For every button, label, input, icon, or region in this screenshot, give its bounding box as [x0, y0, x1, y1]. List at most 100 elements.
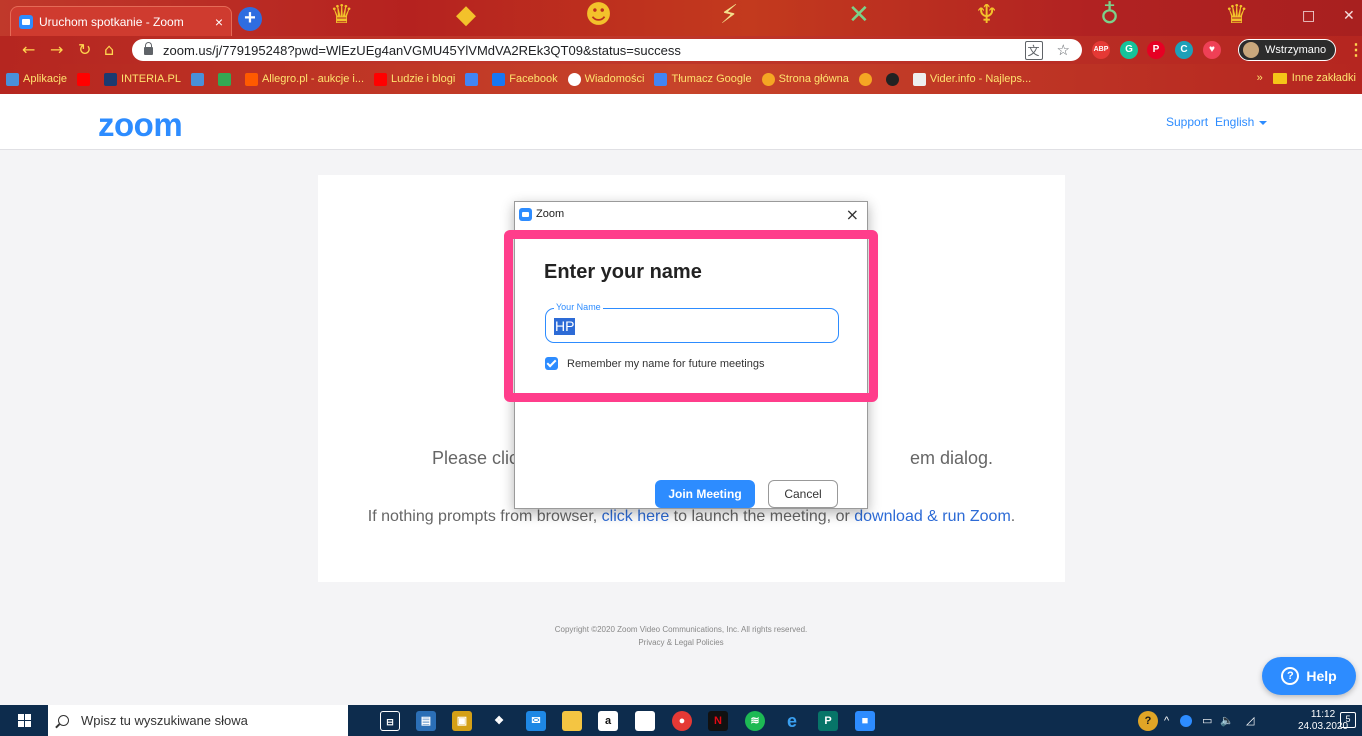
cancel-button[interactable]: Cancel — [768, 480, 838, 508]
theme-decoration-aquaman-icon: ♆ — [975, 0, 999, 30]
mail-icon[interactable]: ✉ — [526, 711, 546, 731]
netflix-icon[interactable]: N — [708, 711, 728, 731]
publisher-icon[interactable]: P — [818, 711, 838, 731]
profile-status: Wstrzymano — [1265, 44, 1327, 56]
bookmark-facebook[interactable]: Facebook — [492, 72, 558, 86]
photos-icon — [190, 72, 204, 86]
reload-icon[interactable]: ↻ — [78, 40, 91, 59]
bookmark-globe[interactable] — [858, 72, 876, 86]
bookmark-vider[interactable]: Vider.info - Najleps... — [912, 72, 1031, 86]
back-icon[interactable]: ← — [22, 40, 35, 59]
tab-close-icon[interactable]: × — [215, 14, 223, 30]
globe-icon — [858, 72, 872, 86]
bookmark-wiadomosci[interactable]: Wiadomości — [567, 72, 644, 86]
browser-menu-icon[interactable]: ⋮ — [1348, 40, 1362, 60]
other-bookmarks[interactable]: » Inne zakładki — [1257, 72, 1356, 84]
bookmarks-overflow-icon[interactable]: » — [1257, 72, 1263, 84]
store-icon[interactable]: ▣ — [452, 711, 472, 731]
folder-icon — [1272, 72, 1287, 84]
chrome-icon[interactable]: ● — [672, 711, 692, 731]
theme-decoration-arrow-icon: ✕ — [848, 0, 870, 30]
dialog-body: Enter your name Your Name HP Remember my… — [515, 226, 867, 508]
bookmark-allegro[interactable]: Allegro.pl - aukcje i... — [244, 72, 364, 86]
name-field[interactable]: Your Name HP — [545, 302, 839, 343]
bookmark-dark[interactable] — [885, 72, 903, 86]
pocket-extension-icon[interactable]: ♥ — [1203, 41, 1221, 59]
address-toolbar: ← → ↻ ⌂ zoom.us/j/779195248?pwd=WlEzUEg4… — [0, 36, 1362, 64]
prompt-text-left: Please clic — [432, 448, 519, 468]
bookmark-photos[interactable] — [190, 72, 208, 86]
grammarly-extension-icon[interactable]: G — [1120, 41, 1138, 59]
forward-icon[interactable]: → — [50, 40, 63, 59]
theme-decoration-lantern-icon: ♁ — [1100, 0, 1120, 30]
other-bookmarks-label: Inne zakładki — [1291, 72, 1356, 84]
bookmark-tlumacz[interactable]: Tłumacz Google — [654, 72, 752, 86]
translate-icon[interactable]: 文 — [1024, 40, 1043, 60]
amazon-icon[interactable]: a — [598, 711, 618, 731]
privacy-link[interactable]: Privacy & Legal Policies — [0, 636, 1362, 649]
google-icon — [567, 72, 581, 86]
theme-decoration-superman-icon: ◆ — [456, 0, 476, 30]
bookmark-drive[interactable] — [217, 72, 235, 86]
battery-icon[interactable]: ▭ — [1202, 705, 1212, 736]
zoom-tray-icon[interactable] — [1180, 705, 1192, 736]
document-icon[interactable] — [635, 711, 655, 731]
adblock-extension-icon[interactable]: ABP — [1092, 41, 1110, 59]
help-button[interactable]: ? Help — [1262, 657, 1356, 695]
interia-icon — [104, 72, 118, 86]
site-icon — [885, 72, 899, 86]
bookmark-translate-small[interactable] — [465, 72, 482, 86]
bookmark-ludzie-blogi[interactable]: Ludzie i blogi — [374, 72, 455, 86]
file-explorer-icon[interactable] — [562, 711, 582, 731]
edge-icon[interactable]: e — [782, 711, 802, 731]
start-button[interactable] — [0, 705, 48, 736]
theme-decoration-wonderwoman2-icon: ♛ — [1225, 0, 1249, 30]
dropbox-icon[interactable]: ❖ — [489, 711, 509, 731]
spotify-icon[interactable]: ≋ — [745, 711, 765, 731]
address-bar[interactable]: zoom.us/j/779195248?pwd=WlEzUEg4anVGMU45… — [132, 39, 1082, 61]
join-meeting-button[interactable]: Join Meeting — [655, 480, 755, 508]
prompt-text-right: em dialog. — [910, 448, 994, 468]
bookmark-star-icon[interactable]: ☆ — [1057, 41, 1070, 59]
remember-checkbox[interactable] — [545, 357, 558, 370]
lock-icon — [144, 42, 153, 55]
tab-zoom[interactable]: Uruchom spotkanie - Zoom × — [10, 6, 232, 36]
maximize-icon[interactable]: □ — [1302, 8, 1315, 24]
new-tab-button[interactable]: + — [238, 7, 262, 31]
bookmark-youtube[interactable] — [77, 72, 94, 86]
extension-icon[interactable]: C — [1175, 41, 1193, 59]
download-zoom-link[interactable]: download & run Zoom — [854, 508, 1011, 525]
search-placeholder: Wpisz tu wyszukiwane słowa — [81, 713, 248, 728]
taskbar-search[interactable]: Wpisz tu wyszukiwane słowa — [48, 705, 348, 736]
vider-icon — [912, 72, 926, 86]
pinterest-extension-icon[interactable]: P — [1147, 41, 1165, 59]
close-icon[interactable]: × — [846, 205, 859, 224]
notifications-icon[interactable]: 5 — [1340, 712, 1356, 728]
translate-icon — [465, 72, 479, 86]
remember-name-option[interactable]: Remember my name for future meetings — [545, 357, 764, 370]
avatar — [1243, 42, 1259, 58]
zoom-logo[interactable]: zoom — [98, 106, 183, 144]
zoom-taskbar-icon[interactable]: ■ — [855, 711, 875, 731]
language-selector[interactable]: English — [1215, 115, 1268, 129]
home-icon[interactable]: ⌂ — [104, 40, 114, 59]
theme-decoration-batman-icon: ☻ — [585, 0, 613, 30]
help-tray-icon[interactable]: ? — [1138, 711, 1158, 731]
youtube-icon — [374, 72, 388, 86]
google-translate-icon — [654, 72, 668, 86]
bookmark-apps[interactable]: Aplikacje — [6, 72, 67, 86]
task-view-icon[interactable]: ⊟ — [380, 711, 400, 731]
volume-icon[interactable]: 🔈 — [1220, 705, 1234, 736]
news-app-icon[interactable]: ▤ — [416, 711, 436, 731]
close-window-icon[interactable]: ✕ — [1343, 8, 1355, 24]
bookmark-strona-glowna[interactable]: Strona główna — [761, 72, 849, 86]
name-input-value[interactable]: HP — [554, 318, 576, 335]
click-here-link[interactable]: click here — [602, 508, 670, 525]
language-label: English — [1215, 115, 1255, 129]
tray-overflow-icon[interactable]: ^ — [1164, 705, 1169, 736]
wifi-icon[interactable]: ◿ — [1246, 705, 1254, 736]
support-link[interactable]: Support — [1166, 115, 1208, 129]
browser-tab-bar: ♛ ◆ ☻ ⚡ ✕ ♆ ♁ ♛ Uruchom spotkanie - Zoom… — [0, 0, 1362, 36]
bookmark-interia[interactable]: INTERIA.PL — [104, 72, 181, 86]
profile-button[interactable]: Wstrzymano — [1238, 39, 1336, 61]
